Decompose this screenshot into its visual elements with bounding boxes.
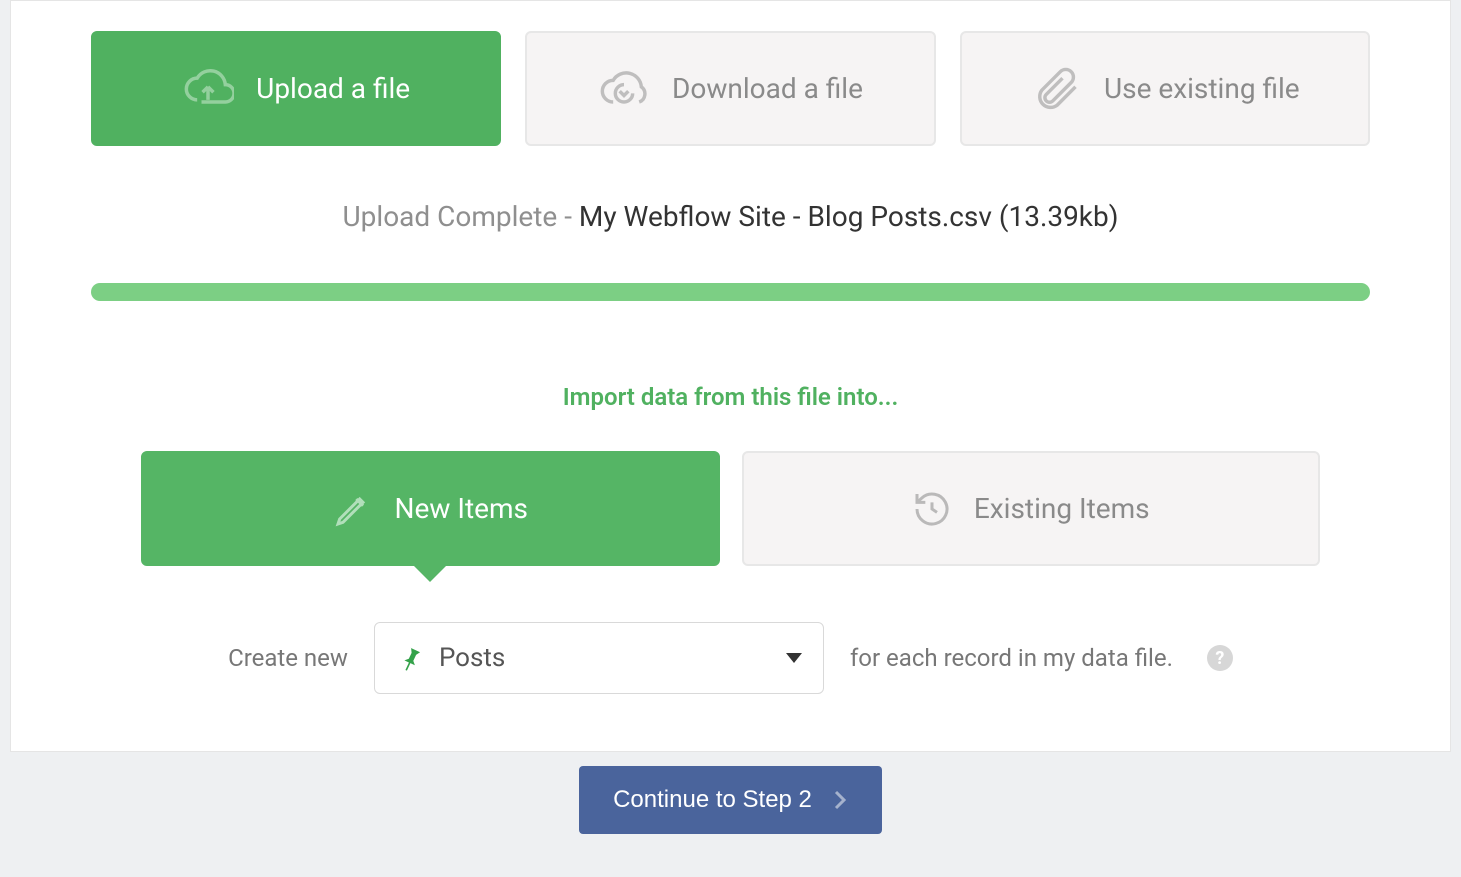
wizard-footer: Continue to Step 2 (0, 766, 1461, 834)
upload-status-size: (13.39kb) (999, 200, 1119, 233)
download-file-tab-label: Download a file (672, 72, 863, 105)
download-file-tab[interactable]: Download a file (525, 31, 935, 146)
pin-icon (397, 644, 425, 672)
existing-file-tab[interactable]: Use existing file (960, 31, 1370, 146)
history-icon (912, 489, 952, 529)
new-items-tab[interactable]: New Items (141, 451, 720, 566)
create-new-suffix: for each record in my data file. (850, 644, 1173, 672)
continue-button-label: Continue to Step 2 (613, 786, 812, 814)
collection-select-value: Posts (439, 643, 505, 673)
collection-select-wrap: Posts (374, 622, 824, 694)
help-icon[interactable]: ? (1207, 645, 1233, 671)
existing-file-tab-label: Use existing file (1104, 72, 1300, 105)
upload-file-tab[interactable]: Upload a file (91, 31, 501, 146)
existing-items-tab-label: Existing Items (974, 492, 1150, 525)
target-tabs: New Items Existing Items (141, 451, 1320, 566)
cloud-upload-icon (182, 63, 234, 115)
cloud-download-icon (598, 63, 650, 115)
upload-status-line: Upload Complete - My Webflow Site - Blog… (91, 200, 1370, 233)
upload-status-filename: My Webflow Site - Blog Posts.csv (579, 200, 992, 233)
chevron-right-icon (832, 789, 848, 811)
upload-status-separator: - (557, 200, 579, 233)
new-items-tab-label: New Items (395, 492, 528, 525)
existing-items-tab[interactable]: Existing Items (742, 451, 1321, 566)
import-wizard-card: Upload a file Download a file Use existi… (10, 0, 1451, 752)
caret-down-icon (786, 653, 802, 663)
create-new-prefix: Create new (228, 644, 348, 672)
upload-file-tab-label: Upload a file (256, 72, 410, 105)
continue-button[interactable]: Continue to Step 2 (579, 766, 882, 834)
import-heading: Import data from this file into... (91, 383, 1370, 411)
upload-progress-bar (91, 283, 1370, 301)
pencil-icon (333, 489, 373, 529)
paperclip-icon (1030, 63, 1082, 115)
source-tabs: Upload a file Download a file Use existi… (91, 31, 1370, 146)
collection-select[interactable]: Posts (374, 622, 824, 694)
create-new-row: Create new Posts for each record in my d… (91, 622, 1370, 694)
upload-status-prefix: Upload Complete (343, 200, 558, 233)
